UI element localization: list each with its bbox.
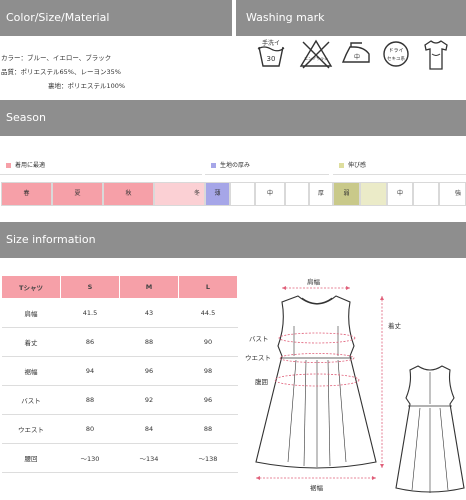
no-bleach-icon: エンソサラシ [299, 38, 333, 70]
size-header-s: S [60, 275, 120, 299]
legend-best-season-label: 着用に最適 [15, 162, 46, 169]
stretch-cell-strong: 強 [439, 182, 466, 206]
season-header: Season [0, 100, 466, 136]
material-quality-line: 品質：ポリエステル65%、レーヨン35% [1, 68, 121, 76]
dress-front [255, 295, 377, 469]
size-header-m: M [119, 275, 179, 299]
diagram-hip-label: 腹囲 [255, 378, 268, 386]
season-cell-autumn: 秋 [103, 182, 154, 206]
legend-yellow-square [339, 163, 344, 168]
size-header-title: Size information [6, 233, 96, 246]
cell-s: 41.5 [60, 298, 120, 328]
washing-header-title: Washing mark [246, 11, 325, 24]
cell-s: 80 [60, 414, 120, 444]
legend-purple-square [211, 163, 216, 168]
legend-stretch-label: 伸び感 [348, 162, 367, 169]
row-label: 肩幅 [1, 298, 61, 328]
thickness-cell-thick: 厚 [309, 182, 333, 206]
season-cell-winter: 冬 [154, 182, 205, 206]
table-row: 肩幅 41.5 43 44.5 [1, 298, 238, 328]
cell-m: 43 [119, 298, 179, 328]
cell-s: 86 [60, 327, 120, 357]
row-label: ウエスト [1, 414, 61, 444]
legend-thickness: 生地の厚み [205, 158, 329, 175]
table-row: バスト 88 92 96 [1, 385, 238, 415]
season-cell-spring: 春 [1, 182, 52, 206]
hand-wash-temp-label: 30 [267, 55, 276, 63]
hand-wash-30-icon: 手洗イ 30 [256, 38, 286, 70]
cell-m: ～134 [119, 443, 179, 473]
diagram-waist-label: ウエスト [245, 354, 271, 362]
diagram-bust-label: バスト [249, 335, 269, 343]
diagram-shoulder-label: 肩幅 [307, 278, 320, 286]
legend-pink-square [6, 163, 11, 168]
thickness-blank-2 [285, 182, 309, 206]
cell-m: 88 [119, 327, 179, 357]
cell-l: 44.5 [178, 298, 238, 328]
iron-low-icon: 中 [340, 38, 372, 70]
thickness-blank-1 [230, 182, 255, 206]
legend-best-season: 着用に最適 [0, 158, 202, 175]
dry-clean-icon: ドライ セキユ系 [380, 38, 412, 70]
cell-s: 94 [60, 356, 120, 386]
table-row: 裾幅 94 96 98 [1, 356, 238, 386]
table-row: 着丈 86 88 90 [1, 327, 238, 357]
material-color-line: カラー：ブルー、イエロー、ブラック [1, 54, 112, 62]
legend-thickness-label: 生地の厚み [220, 162, 251, 169]
cell-l: ～138 [178, 443, 238, 473]
material-header-title: Color/Size/Material [6, 11, 110, 24]
season-cell-summer: 夏 [52, 182, 103, 206]
row-label: 裾幅 [1, 356, 61, 386]
dry-clean-label: セキユ系 [387, 55, 405, 62]
iron-label: 中 [354, 53, 360, 61]
table-row: ウエスト 80 84 88 [1, 414, 238, 444]
dress-diagram [255, 286, 465, 493]
stretch-blank-2 [413, 182, 439, 206]
cell-l: 96 [178, 385, 238, 415]
size-header-l: L [178, 275, 238, 299]
thickness-cell-thin: 薄 [205, 182, 230, 206]
stretch-cell-medium: 中 [387, 182, 413, 206]
cell-m: 84 [119, 414, 179, 444]
cell-l: 98 [178, 356, 238, 386]
legend-stretch: 伸び感 [333, 158, 466, 175]
dry-clean-top-label: ドライ [388, 48, 403, 54]
cell-m: 96 [119, 356, 179, 386]
hang-dry-icon [420, 38, 452, 72]
row-label: バスト [1, 385, 61, 415]
material-header: Color/Size/Material [0, 0, 232, 36]
size-header-type: Tシャツ [1, 275, 61, 299]
size-header: Size information [0, 222, 466, 258]
size-table: Tシャツ S M L 肩幅 41.5 43 44.5 着丈 86 88 90 裾… [1, 275, 238, 473]
material-lining-line: 裏地：ポリエステル100% [48, 82, 126, 90]
row-label: 着丈 [1, 327, 61, 357]
cell-s: ～130 [60, 443, 120, 473]
size-table-header: Tシャツ S M L [1, 275, 238, 299]
season-header-title: Season [6, 111, 46, 124]
stretch-blank-1 [360, 182, 387, 206]
cell-m: 92 [119, 385, 179, 415]
stretch-cell-weak: 弱 [333, 182, 360, 206]
hand-wash-top-label: 手洗イ [262, 39, 280, 47]
cell-l: 90 [178, 327, 238, 357]
washing-header: Washing mark [236, 0, 466, 36]
cell-s: 88 [60, 385, 120, 415]
dress-back [395, 365, 465, 493]
thickness-cell-medium: 中 [255, 182, 285, 206]
table-row: 腰回 ～130 ～134 ～138 [1, 443, 238, 473]
cell-l: 88 [178, 414, 238, 444]
row-label: 腰回 [1, 443, 61, 473]
diagram-length-label: 着丈 [388, 322, 401, 330]
no-bleach-label: エンソサラシ [304, 55, 328, 61]
diagram-hem-label: 裾幅 [310, 484, 323, 492]
